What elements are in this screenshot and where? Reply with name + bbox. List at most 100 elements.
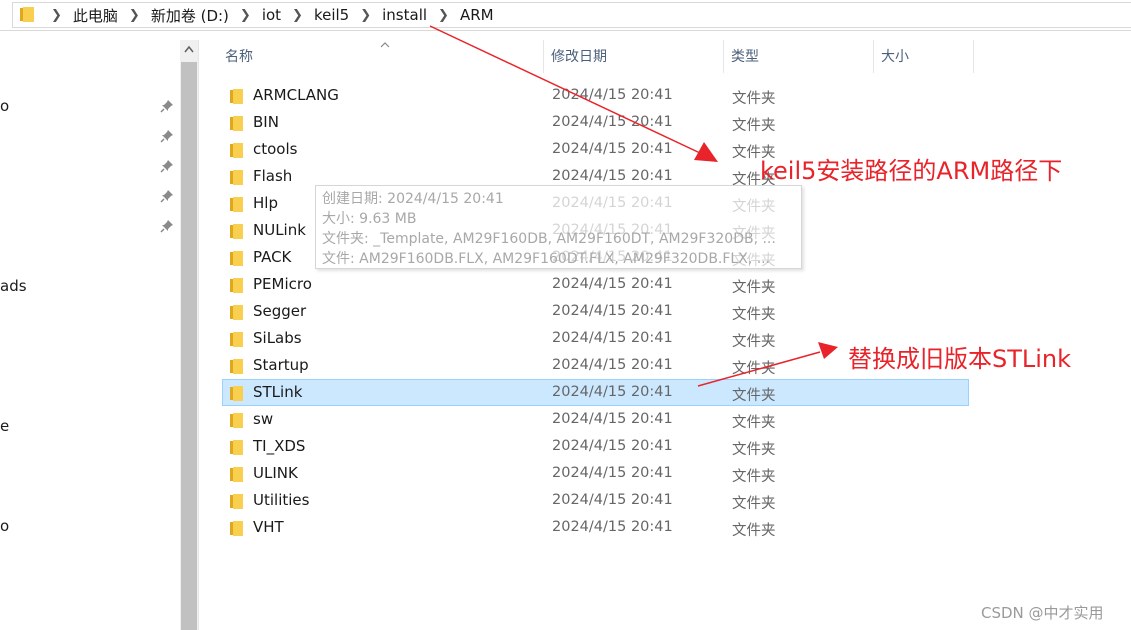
file-date: 2024/4/15 20:41 (552, 519, 673, 535)
file-date: 2024/4/15 20:41 (552, 168, 673, 184)
file-type: 文件夹 (732, 307, 776, 323)
navigation-pane: o ads e o (0, 31, 180, 630)
column-divider[interactable] (973, 40, 974, 73)
folder-icon (230, 170, 243, 185)
breadcrumb-item[interactable]: keil5 (314, 6, 349, 24)
pin-icon[interactable] (160, 99, 174, 113)
scrollbar-thumb[interactable] (181, 62, 197, 630)
folder-icon (230, 224, 243, 239)
annotation-replace-note: 替换成旧版本STLink (848, 345, 1072, 373)
folder-info-tooltip: 创建日期: 2024/4/15 20:41 大小: 9.63 MB 文件夹: _… (315, 185, 802, 269)
folder-icon (230, 413, 243, 428)
breadcrumb-item[interactable]: ARM (460, 6, 494, 24)
breadcrumb-item[interactable]: 此电脑 (73, 5, 118, 26)
file-name[interactable]: ARMCLANG (253, 86, 339, 104)
folder-icon (230, 251, 243, 266)
column-header-date[interactable]: 修改日期 (543, 40, 723, 73)
chevron-right-icon[interactable]: ❯ (129, 8, 140, 23)
tooltip-folders: 文件夹: _Template, AM29F160DB, AM29F160DT, … (322, 231, 776, 247)
file-name[interactable]: ULINK (253, 464, 298, 482)
folder-icon (230, 359, 243, 374)
file-name[interactable]: TI_XDS (253, 437, 305, 455)
column-header-name[interactable]: 名称 (217, 40, 543, 73)
folder-icon (20, 7, 34, 22)
column-header-type[interactable]: 类型 (723, 40, 873, 73)
nav-scrollbar[interactable] (180, 40, 198, 630)
folder-icon (230, 305, 243, 320)
pin-icon[interactable] (160, 189, 174, 203)
file-type: 文件夹 (732, 415, 776, 431)
file-type: 文件夹 (732, 280, 776, 296)
chevron-right-icon[interactable]: ❯ (360, 8, 371, 23)
file-name[interactable]: Hlp (253, 194, 278, 212)
file-name[interactable]: sw (253, 410, 273, 428)
file-type: 文件夹 (732, 334, 776, 350)
breadcrumb-item[interactable]: install (382, 6, 427, 24)
folder-icon (230, 278, 243, 293)
file-name[interactable]: Flash (253, 167, 292, 185)
breadcrumb-item[interactable]: iot (262, 6, 281, 24)
file-type: 文件夹 (732, 442, 776, 458)
file-date: 2024/4/15 20:41 (552, 330, 673, 346)
file-row[interactable]: Segger 2024/4/15 20:41 文件夹 (222, 298, 969, 325)
file-type: 文件夹 (732, 469, 776, 485)
nav-item-label[interactable]: ads (0, 277, 27, 295)
chevron-right-icon[interactable]: ❯ (438, 8, 449, 23)
watermark: CSDN @中才实用 (981, 604, 1104, 622)
scroll-up-icon[interactable] (180, 40, 198, 60)
file-type: 文件夹 (732, 496, 776, 512)
file-row[interactable]: BIN 2024/4/15 20:41 文件夹 (222, 109, 969, 136)
pin-icon[interactable] (160, 159, 174, 173)
file-date: 2024/4/15 20:41 (552, 411, 673, 427)
file-type: 文件夹 (732, 361, 776, 377)
file-date: 2024/4/15 20:41 (552, 465, 673, 481)
folder-icon (230, 89, 243, 104)
file-date: 2024/4/15 20:41 (552, 303, 673, 319)
folder-icon (230, 386, 243, 401)
file-name[interactable]: Segger (253, 302, 306, 320)
file-row[interactable]: PEMicro 2024/4/15 20:41 文件夹 (222, 271, 969, 298)
chevron-right-icon[interactable]: ❯ (51, 8, 62, 23)
pane-divider (198, 40, 199, 630)
nav-item-label[interactable]: e (0, 417, 9, 435)
file-row[interactable]: ULINK 2024/4/15 20:41 文件夹 (222, 460, 969, 487)
file-type: 文件夹 (732, 523, 776, 539)
nav-item-label[interactable]: o (0, 97, 9, 115)
tooltip-files: 文件: AM29F160DB.FLX, AM29F160DT.FLX, AM29… (322, 251, 771, 267)
file-row[interactable]: ARMCLANG 2024/4/15 20:41 文件夹 (222, 82, 969, 109)
annotation-path-note: keil5安装路径的ARM路径下 (760, 157, 1063, 185)
folder-icon (230, 197, 243, 212)
tooltip-created: 创建日期: 2024/4/15 20:41 (322, 191, 504, 207)
file-row[interactable]: TI_XDS 2024/4/15 20:41 文件夹 (222, 433, 969, 460)
folder-icon (230, 440, 243, 455)
nav-item-label[interactable]: o (0, 517, 9, 535)
file-date: 2024/4/15 20:41 (552, 357, 673, 373)
file-row[interactable]: VHT 2024/4/15 20:41 文件夹 (222, 514, 969, 541)
file-name[interactable]: Utilities (253, 491, 309, 509)
file-name[interactable]: ctools (253, 140, 297, 158)
file-row[interactable]: sw 2024/4/15 20:41 文件夹 (222, 406, 969, 433)
file-date: 2024/4/15 20:41 (552, 276, 673, 292)
pin-icon[interactable] (160, 219, 174, 233)
column-header-size[interactable]: 大小 (873, 40, 973, 73)
file-date: 2024/4/15 20:41 (552, 87, 673, 103)
file-name[interactable]: SiLabs (253, 329, 302, 347)
file-row[interactable]: STLink 2024/4/15 20:41 文件夹 (222, 379, 969, 406)
tooltip-size: 大小: 9.63 MB (322, 211, 417, 227)
file-date: 2024/4/15 20:41 (552, 114, 673, 130)
pin-icon[interactable] (160, 129, 174, 143)
breadcrumb: ❯ 此电脑 ❯ 新加卷 (D:) ❯ iot ❯ keil5 ❯ install… (40, 5, 494, 25)
folder-icon (230, 467, 243, 482)
chevron-right-icon[interactable]: ❯ (240, 8, 251, 23)
breadcrumb-item[interactable]: 新加卷 (D:) (151, 5, 229, 26)
file-name[interactable]: BIN (253, 113, 279, 131)
file-name[interactable]: VHT (253, 518, 284, 536)
file-name[interactable]: PACK (253, 248, 291, 266)
file-name[interactable]: PEMicro (253, 275, 312, 293)
file-date: 2024/4/15 20:41 (552, 384, 673, 400)
file-name[interactable]: STLink (253, 383, 302, 401)
file-name[interactable]: NULink (253, 221, 306, 239)
file-name[interactable]: Startup (253, 356, 309, 374)
chevron-right-icon[interactable]: ❯ (292, 8, 303, 23)
file-row[interactable]: Utilities 2024/4/15 20:41 文件夹 (222, 487, 969, 514)
